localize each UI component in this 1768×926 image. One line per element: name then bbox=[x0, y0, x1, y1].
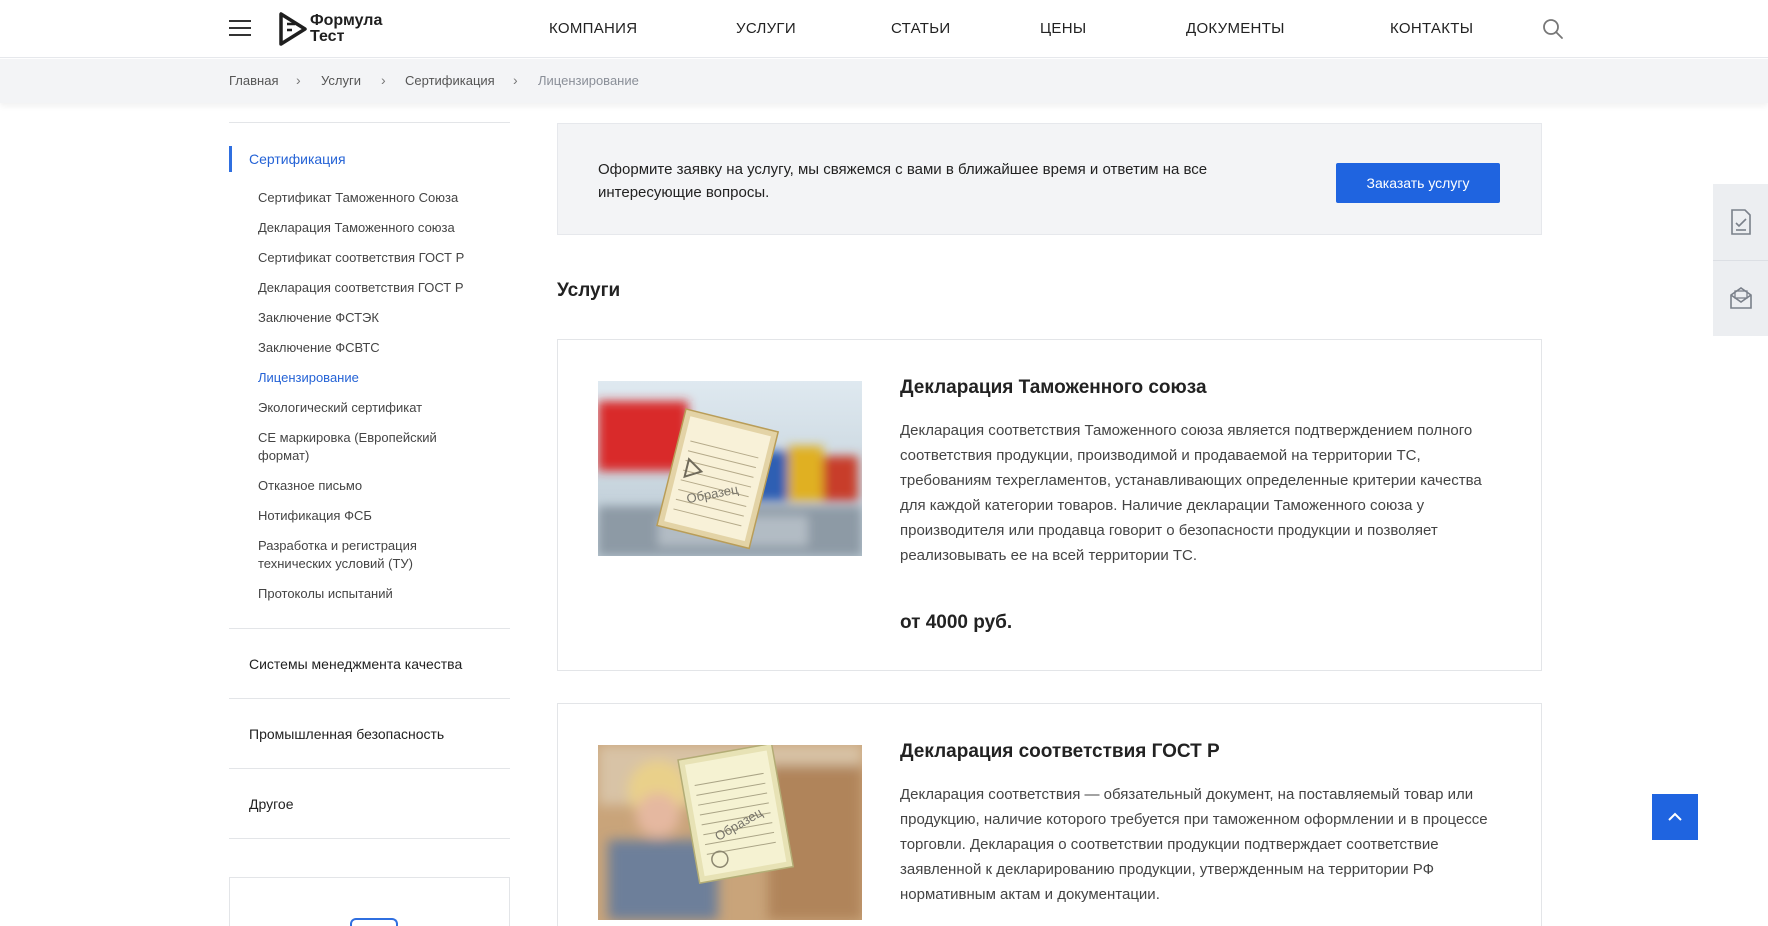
logo[interactable]: Формула Тест bbox=[278, 12, 388, 46]
nav-item-articles[interactable]: СТАТЬИ bbox=[891, 20, 950, 37]
sidebar-section-other[interactable]: Другое bbox=[249, 796, 293, 812]
nav-item-prices[interactable]: ЦЕНЫ bbox=[1040, 20, 1086, 37]
nav-item-documents[interactable]: ДОКУМЕНТЫ bbox=[1186, 20, 1285, 37]
logo-line-1: Формула bbox=[310, 12, 383, 29]
scroll-to-top-button[interactable] bbox=[1652, 794, 1698, 840]
breadcrumb-home[interactable]: Главная bbox=[229, 73, 278, 88]
document-check-icon[interactable] bbox=[1713, 184, 1768, 260]
service-card[interactable]: Образец Декларация соответствия ГОСТ Р Д… bbox=[557, 703, 1542, 926]
service-title[interactable]: Декларация Таможенного союза bbox=[900, 377, 1207, 399]
service-image[interactable]: Образец bbox=[598, 381, 862, 556]
logo-text: Формула Тест bbox=[310, 13, 382, 45]
nav-item-contacts[interactable]: КОНТАКТЫ bbox=[1390, 20, 1473, 37]
service-description: Декларация соответствия Таможенного союз… bbox=[900, 422, 1482, 564]
divider bbox=[229, 838, 510, 839]
nav-item-services[interactable]: УСЛУГИ bbox=[736, 20, 796, 37]
sidebar-section-industrial-safety[interactable]: Промышленная безопасность bbox=[249, 726, 444, 742]
site-header: Формула Тест КОМПАНИЯ УСЛУГИ СТАТЬИ ЦЕНЫ… bbox=[0, 0, 1768, 58]
active-indicator bbox=[229, 146, 232, 172]
sidebar-item-gost-declaration[interactable]: Декларация соответствия ГОСТ Р bbox=[258, 279, 468, 297]
breadcrumb: Главная › Услуги › Сертификация › Лиценз… bbox=[0, 59, 1768, 103]
hamburger-menu-icon[interactable] bbox=[229, 20, 251, 36]
sidebar-item-fstek[interactable]: Заключение ФСТЭК bbox=[258, 309, 468, 327]
sidebar-widget bbox=[229, 877, 510, 926]
chevron-up-icon bbox=[1668, 812, 1682, 821]
breadcrumb-current: Лицензирование bbox=[538, 73, 639, 88]
chevron-right-icon: › bbox=[381, 72, 386, 88]
logo-line-2: Тест bbox=[310, 28, 345, 45]
sidebar-section-quality-management[interactable]: Системы менеджмента качества bbox=[249, 656, 462, 672]
sidebar-item-ts-certificate[interactable]: Сертификат Таможенного Союза bbox=[258, 189, 468, 207]
cta-banner: Оформите заявку на услугу, мы свяжемся с… bbox=[557, 123, 1542, 235]
chevron-right-icon: › bbox=[296, 72, 301, 88]
service-description: Декларация соответствия — обязательный д… bbox=[900, 786, 1488, 903]
breadcrumb-services[interactable]: Услуги bbox=[321, 73, 361, 88]
sidebar-item-gost-certificate[interactable]: Сертификат соответствия ГОСТ Р bbox=[258, 249, 468, 267]
widget-icon bbox=[350, 918, 398, 926]
chevron-right-icon: › bbox=[513, 72, 518, 88]
logo-mark-icon bbox=[279, 12, 307, 46]
sidebar-item-ce-marking[interactable]: CE маркировка (Европейский формат) bbox=[258, 429, 458, 465]
floating-action-panel bbox=[1713, 184, 1768, 336]
search-icon[interactable] bbox=[1542, 18, 1564, 40]
divider bbox=[229, 698, 510, 699]
service-title[interactable]: Декларация соответствия ГОСТ Р bbox=[900, 741, 1220, 763]
order-service-button[interactable]: Заказать услугу bbox=[1336, 163, 1500, 203]
sidebar-item-fsvts[interactable]: Заключение ФСВТС bbox=[258, 339, 468, 357]
sidebar-item-refusal-letter[interactable]: Отказное письмо bbox=[258, 477, 468, 495]
sidebar-section-certification[interactable]: Сертификация bbox=[249, 151, 346, 167]
sidebar-item-licensing[interactable]: Лицензирование bbox=[258, 369, 468, 387]
sidebar-item-eco-certificate[interactable]: Экологический сертификат bbox=[258, 399, 468, 417]
sidebar-item-tu-registration[interactable]: Разработка и регистрация технических усл… bbox=[258, 537, 448, 573]
services-heading: Услуги bbox=[557, 280, 621, 301]
sidebar-item-test-protocols[interactable]: Протоколы испытаний bbox=[258, 585, 468, 603]
divider bbox=[229, 122, 510, 123]
nav-item-company[interactable]: КОМПАНИЯ bbox=[549, 20, 637, 37]
breadcrumb-certification[interactable]: Сертификация bbox=[405, 73, 495, 88]
mail-icon[interactable] bbox=[1713, 261, 1768, 337]
service-price: от 4000 руб. bbox=[900, 612, 1013, 633]
service-image[interactable]: Образец bbox=[598, 745, 862, 920]
divider bbox=[229, 628, 510, 629]
cta-text: Оформите заявку на услугу, мы свяжемся с… bbox=[598, 161, 1208, 201]
sidebar-item-ts-declaration[interactable]: Декларация Таможенного союза bbox=[258, 219, 468, 237]
service-card[interactable]: Образец Декларация Таможенного союза Дек… bbox=[557, 339, 1542, 671]
sidebar-item-fsb-notification[interactable]: Нотификация ФСБ bbox=[258, 507, 468, 525]
divider bbox=[229, 768, 510, 769]
